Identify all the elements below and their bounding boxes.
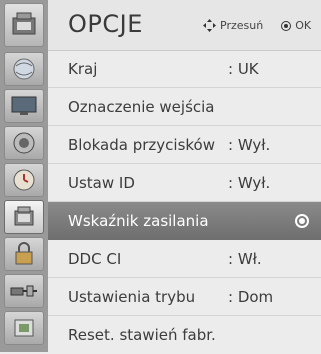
ok-button-icon <box>281 20 292 31</box>
menu-item-label: Reset. stawień fabr. <box>68 326 216 344</box>
setup-icon <box>4 3 44 47</box>
menu-item-factory-reset[interactable]: Reset. stawień fabr. <box>48 316 321 354</box>
menu-item-value: : UK <box>228 60 259 78</box>
menu-item-power-indicator[interactable]: Wskaźnik zasilania <box>48 202 321 240</box>
menu-header: OPCJE Przesuń OK <box>48 0 321 51</box>
menu-item-mode-setting[interactable]: Ustawienia trybu : Dom <box>48 278 321 316</box>
navigation-hint: Przesuń OK <box>203 19 311 32</box>
clock-icon[interactable] <box>4 163 44 197</box>
menu-item-label: Kraj <box>68 60 98 78</box>
menu-item-key-lock[interactable]: Blokada przycisków : Wył. <box>48 126 321 164</box>
menu-item-label: Oznaczenie wejścia <box>68 98 215 116</box>
menu-item-country[interactable]: Kraj : UK <box>48 50 321 88</box>
menu-item-ddc-ci[interactable]: DDC CI : Wł. <box>48 240 321 278</box>
menu-item-input-label[interactable]: Oznaczenie wejścia <box>48 88 321 126</box>
menu-item-value: : Wł. <box>228 250 262 268</box>
move-arrows-icon <box>203 19 216 32</box>
menu-item-value: : Wył. <box>228 136 271 154</box>
radio-selected-icon <box>295 214 309 228</box>
menu-item-value: : Wył. <box>228 174 271 192</box>
menu-item-label: Ustawienia trybu <box>68 288 196 306</box>
options-icon[interactable] <box>4 200 44 234</box>
menu-item-value: : Dom <box>228 288 274 306</box>
ok-hint-label: OK <box>295 19 312 32</box>
category-sidebar <box>0 0 48 352</box>
move-hint-label: Przesuń <box>220 19 264 32</box>
menu-item-label: Ustaw ID <box>68 174 135 192</box>
globe-icon[interactable] <box>4 52 44 86</box>
menu-item-set-id[interactable]: Ustaw ID : Wył. <box>48 164 321 202</box>
speaker-icon[interactable] <box>4 126 44 160</box>
input-cable-icon[interactable] <box>4 274 44 308</box>
lock-icon[interactable] <box>4 237 44 271</box>
monitor-icon[interactable] <box>4 89 44 123</box>
menu-item-label: Blokada przycisków <box>68 136 215 154</box>
usb-media-icon[interactable] <box>4 311 44 345</box>
menu-item-label: DDC CI <box>68 250 122 268</box>
page-title: OPCJE <box>68 10 143 38</box>
menu-item-label: Wskaźnik zasilania <box>68 212 209 230</box>
